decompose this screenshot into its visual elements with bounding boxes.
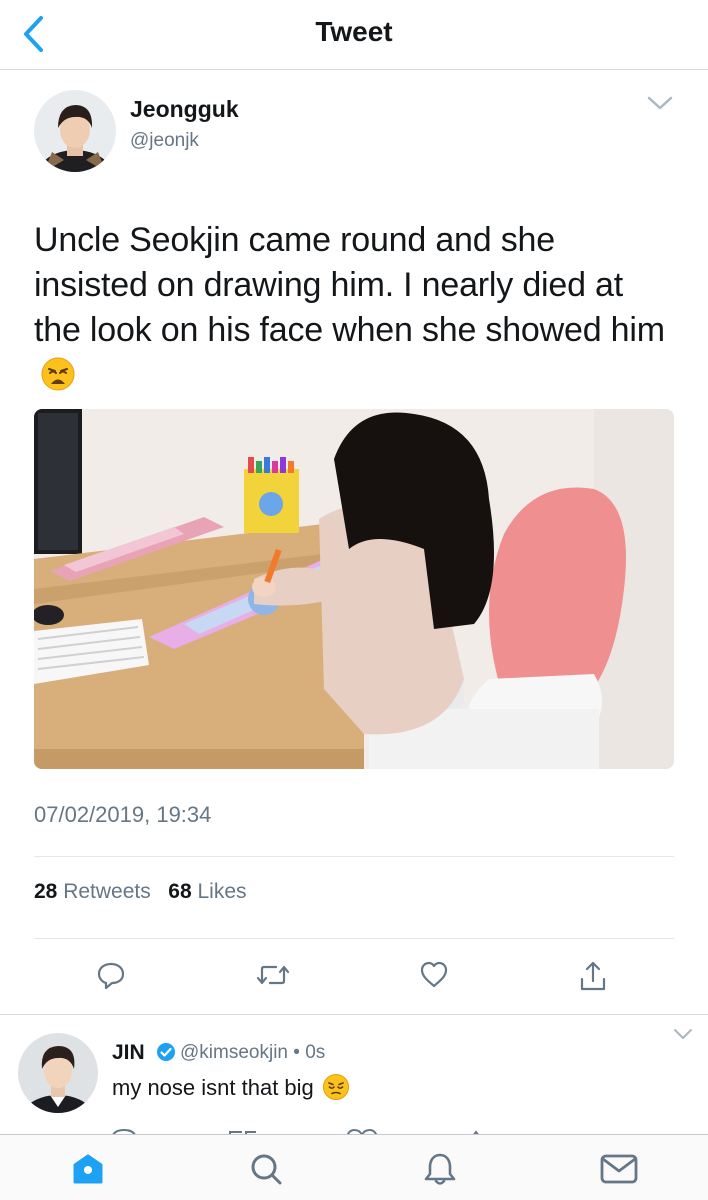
- tweet-timestamp: 07/02/2019, 19:34: [34, 802, 212, 827]
- retweet-label: Retweets: [63, 880, 151, 903]
- page-title: Tweet: [315, 16, 393, 47]
- reply-tweet[interactable]: JIN @kimseokjin • 0s my nose isnt that b…: [0, 1015, 708, 1135]
- reply-author-name[interactable]: JIN: [112, 1041, 145, 1065]
- retweet-icon: [256, 965, 290, 985]
- author-name[interactable]: Jeongguk: [130, 96, 239, 123]
- tab-home[interactable]: [63, 1149, 113, 1189]
- author-avatar[interactable]: [34, 90, 116, 172]
- reply-time: 0s: [305, 1042, 326, 1063]
- reply-meta: @kimseokjin • 0s: [180, 1042, 325, 1064]
- tweet-stats: 28 Retweets 68 Likes: [34, 880, 247, 904]
- retweet-count: 28: [34, 880, 58, 903]
- like-label: Likes: [197, 880, 247, 903]
- reply-text-content: my nose isnt that big: [112, 1075, 314, 1100]
- reply-author-handle[interactable]: @kimseokjin: [180, 1042, 288, 1063]
- tab-messages[interactable]: [594, 1149, 644, 1189]
- like-count: 68: [168, 880, 192, 903]
- share-button[interactable]: [578, 960, 608, 997]
- weary-face-emoji-icon: [40, 356, 76, 404]
- tab-bar: [0, 1134, 708, 1200]
- tab-search[interactable]: [241, 1149, 291, 1189]
- tab-notifications[interactable]: [415, 1149, 465, 1189]
- reply-avatar[interactable]: [18, 1033, 98, 1113]
- like-button[interactable]: [419, 960, 449, 995]
- tweet-text-content: Uncle Seokjin came round and she insiste…: [34, 221, 665, 349]
- reply-options-button[interactable]: [672, 1027, 694, 1046]
- tweet-actions: [96, 960, 616, 994]
- reply-icon: [97, 962, 125, 990]
- divider: [34, 856, 674, 857]
- home-icon: [73, 1154, 103, 1184]
- retweets-stat[interactable]: 28 Retweets: [34, 880, 151, 903]
- tweet-options-button[interactable]: [646, 94, 674, 117]
- notifications-icon: [424, 1153, 456, 1185]
- share-icon: [580, 961, 606, 991]
- chevron-down-icon: [647, 96, 673, 110]
- reply-button[interactable]: [96, 960, 126, 995]
- divider: [34, 938, 674, 939]
- tweet-text: Uncle Seokjin came round and she insiste…: [34, 218, 674, 404]
- like-icon: [420, 961, 448, 988]
- chevron-down-icon: [674, 1029, 692, 1039]
- retweet-button[interactable]: [256, 960, 290, 995]
- messages-icon: [600, 1154, 638, 1184]
- likes-stat[interactable]: 68 Likes: [168, 880, 246, 903]
- pensive-face-emoji-icon: [322, 1073, 350, 1107]
- search-icon: [251, 1154, 282, 1185]
- verified-badge-icon: [156, 1042, 176, 1067]
- nav-bar: Tweet: [0, 0, 708, 70]
- tweet-header: Jeongguk @jeonjk: [34, 90, 674, 180]
- tweet-photo[interactable]: [34, 409, 674, 769]
- meta-separator: •: [293, 1042, 300, 1063]
- reply-text: my nose isnt that big: [112, 1073, 350, 1107]
- author-handle[interactable]: @jeonjk: [130, 130, 199, 152]
